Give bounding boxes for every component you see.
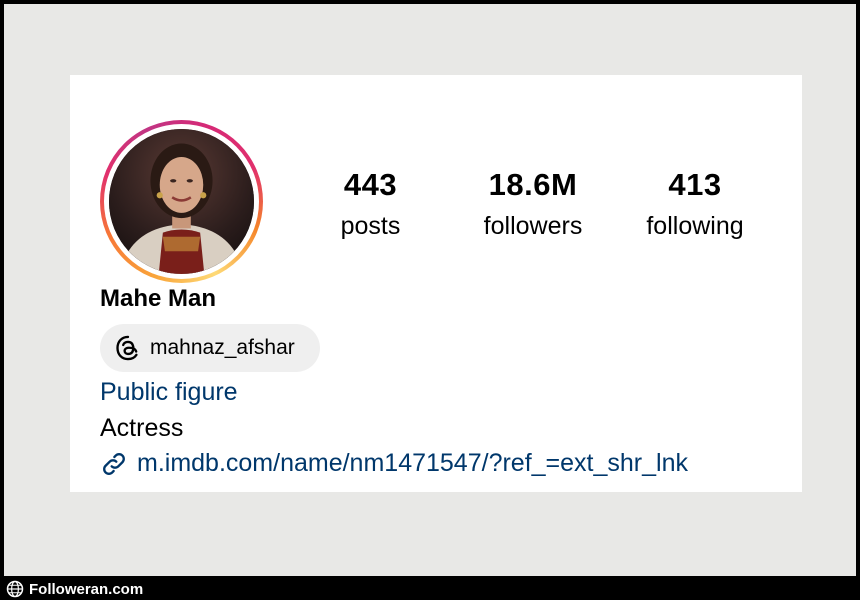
following-count: 413 [668,167,722,202]
followers-stat[interactable]: 18.6M followers [470,167,596,241]
following-label: following [646,212,744,240]
profile-link-url: m.imdb.com/name/nm1471547/?ref_=ext_shr_… [137,449,688,477]
profile-category: Public figure [100,378,238,406]
following-stat[interactable]: 413 following [634,167,756,241]
screenshot-frame: 443 posts 18.6M followers 413 following … [4,4,856,576]
threads-badge-button[interactable]: mahnaz_afshar [100,324,320,372]
watermark-text: Followeran.com [29,580,144,598]
posts-stat[interactable]: 443 posts [323,167,418,241]
display-name: Mahe Man [100,285,217,312]
profile-link[interactable]: m.imdb.com/name/nm1471547/?ref_=ext_shr_… [100,449,688,478]
watermark: Followeran.com [6,580,143,598]
story-ring[interactable] [100,120,263,283]
link-icon [103,452,125,475]
followers-label: followers [483,212,583,240]
posts-count: 443 [343,167,398,202]
threads-icon [116,335,138,361]
posts-label: posts [340,212,401,240]
profile-header: 443 posts 18.6M followers 413 following … [70,75,802,492]
avatar-photo [109,129,254,274]
profile-bio: Actress [100,414,184,442]
threads-handle: mahnaz_afshar [150,336,295,359]
avatar[interactable] [109,129,254,274]
globe-icon [6,580,24,598]
followers-count: 18.6M [488,167,578,202]
